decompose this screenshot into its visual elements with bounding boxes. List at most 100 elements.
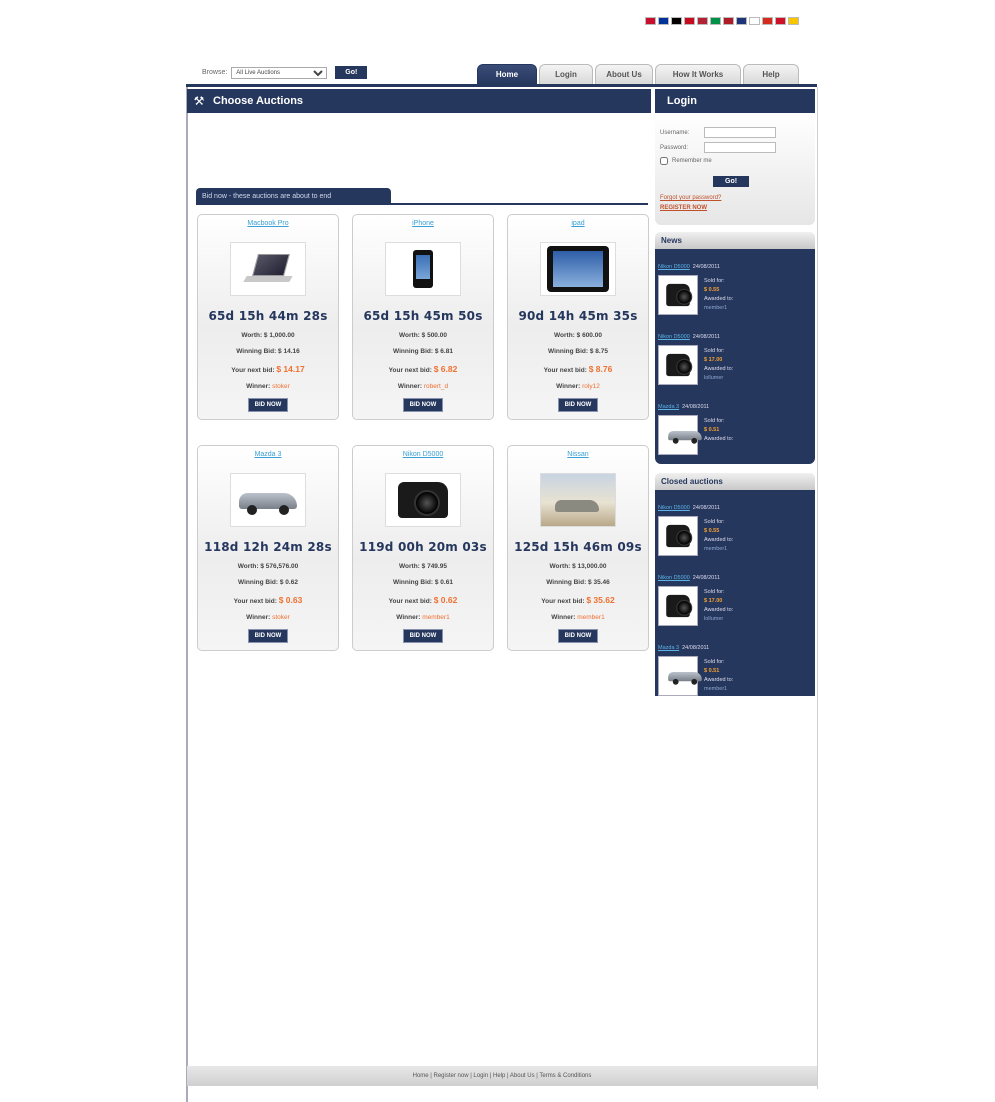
language-flag-icon[interactable]	[736, 17, 747, 25]
language-flag-icon[interactable]	[658, 17, 669, 25]
page: Browse: All Live Auctions Go! Home Login…	[0, 0, 995, 1102]
password-field[interactable]	[704, 142, 776, 153]
bid-now-button[interactable]: BID NOW	[402, 629, 444, 643]
bid-now-button[interactable]: BID NOW	[557, 629, 599, 643]
winner-name: stoker	[272, 614, 290, 621]
awarded-to-label: Awarded to:	[704, 537, 734, 543]
language-flag-icon[interactable]	[697, 17, 708, 25]
frame-edge	[186, 87, 188, 1102]
auction-card: Macbook Pro 65d 15h 44m 28s Worth: $ 1,000…	[197, 214, 339, 420]
item-title-link[interactable]: Nikon D5000	[658, 575, 690, 581]
ending-soon-divider	[196, 203, 648, 205]
bid-now-button[interactable]: BID NOW	[402, 398, 444, 412]
auction-thumbnail[interactable]	[230, 242, 306, 296]
browse-bar: Browse: All Live Auctions Go!	[202, 66, 368, 79]
auction-thumbnail[interactable]	[385, 473, 461, 527]
item-title-link[interactable]: Mazda 3	[658, 645, 679, 651]
auction-thumbnail[interactable]	[230, 473, 306, 527]
item-date: 24/08/2011	[692, 264, 720, 270]
login-panel-header: Login	[655, 89, 815, 113]
winner-name: member1	[422, 614, 450, 621]
auction-worth: Worth: $ 600.00	[554, 332, 602, 339]
closed-auction-item: Nikon D5000 24/08/2011 Sold for: $ 0.55 Awar…	[658, 505, 812, 575]
tab-help[interactable]: Help	[743, 64, 799, 84]
language-flag-icon[interactable]	[645, 17, 656, 25]
item-title-link[interactable]: Nikon D5000	[658, 264, 690, 270]
language-flag-icon[interactable]	[788, 17, 799, 25]
winner-name: member1	[577, 614, 605, 621]
auction-winner: Winner: robert_d	[353, 383, 493, 390]
auction-title-link[interactable]: Macbook Pro	[198, 220, 338, 232]
choose-auctions-title: Choose Auctions	[213, 95, 304, 107]
remember-me-checkbox[interactable]	[660, 157, 668, 165]
awarded-to-label: Awarded to:	[704, 436, 734, 442]
auction-worth: Worth: $ 576,576.00	[237, 563, 299, 570]
item-date: 24/08/2011	[692, 505, 720, 511]
browse-go-button[interactable]: Go!	[335, 66, 368, 79]
remember-me-label: Remember me	[672, 158, 712, 164]
bid-now-button[interactable]: BID NOW	[247, 629, 289, 643]
language-flag-icon[interactable]	[723, 17, 734, 25]
auction-card: Nikon D5000 119d 00h 20m 03s Worth: $ 749.…	[352, 445, 494, 651]
closed-auction-item: Nikon D5000 24/08/2011 Sold for: $ 17.00 Awa…	[658, 575, 812, 645]
news-header: News	[655, 232, 815, 249]
item-title-link[interactable]: Nikon D5000	[658, 334, 690, 340]
forgot-password-link[interactable]: Forgot your password?	[660, 195, 721, 201]
sold-for-label: Sold for:	[704, 348, 725, 354]
language-flag-icon[interactable]	[671, 17, 682, 25]
item-thumbnail[interactable]	[658, 656, 702, 696]
browse-select[interactable]: All Live Auctions	[231, 66, 328, 79]
awarded-to-label: Awarded to:	[704, 366, 734, 372]
auction-card: Nissan 125d 15h 46m 09s Worth: $ 13,000.00…	[507, 445, 649, 651]
auction-thumbnail[interactable]	[385, 242, 461, 296]
language-flag-icon[interactable]	[762, 17, 773, 25]
password-label: Password:	[660, 144, 689, 151]
register-now-link[interactable]: REGISTER NOW	[660, 205, 707, 211]
bid-now-button[interactable]: BID NOW	[557, 398, 599, 412]
username-label: Username:	[660, 129, 690, 136]
winner-label: Winner:	[397, 383, 423, 390]
login-go-button[interactable]: Go!	[713, 176, 750, 187]
main-tabs: Home Login About Us How It Works Help	[477, 64, 799, 84]
next-bid-label: Your next bid:	[541, 598, 585, 605]
login-panel: Username: Password: Remember me Go! Forg…	[655, 113, 815, 225]
auction-title-link[interactable]: ipad	[508, 220, 648, 232]
item-thumbnail[interactable]	[658, 275, 698, 315]
tab-home[interactable]: Home	[477, 64, 537, 84]
news-item: Nikon D5000 24/08/2011 Sold for: $ 17.00 Awa…	[658, 334, 812, 404]
closed-auction-item: Mazda 3 24/08/2011 Sold for: $ 0.51 Awarded …	[658, 645, 812, 715]
tab-about-us[interactable]: About Us	[595, 64, 653, 84]
item-thumbnail[interactable]	[658, 345, 698, 385]
language-flag-icon[interactable]	[684, 17, 695, 25]
auction-card: ipad 90d 14h 45m 35s Worth: $ 600.00 Winnin…	[507, 214, 649, 420]
footer-links[interactable]: Home | Register now | Login | Help | Abo…	[187, 1066, 817, 1086]
awarded-user: lollumer	[704, 375, 724, 381]
item-thumbnail[interactable]	[658, 586, 698, 626]
tab-how-it-works[interactable]: How It Works	[655, 64, 741, 84]
browse-label: Browse:	[202, 69, 228, 76]
bid-now-button[interactable]: BID NOW	[247, 398, 289, 412]
auction-thumbnail[interactable]	[540, 242, 616, 296]
awarded-to-label: Awarded to:	[704, 607, 734, 613]
news-item: Mazda 3 24/08/2011 Sold for: $ 0.51 Awarded …	[658, 404, 812, 474]
tab-login[interactable]: Login	[539, 64, 593, 84]
auction-title-link[interactable]: Nissan	[508, 451, 648, 463]
username-field[interactable]	[704, 127, 776, 138]
item-title-link[interactable]: Nikon D5000	[658, 505, 690, 511]
language-flag-icon[interactable]	[710, 17, 721, 25]
item-thumbnail[interactable]	[658, 415, 702, 455]
auction-thumbnail[interactable]	[540, 473, 616, 527]
item-title-link[interactable]: Mazda 3	[658, 404, 679, 410]
sold-price: $ 0.55	[704, 287, 720, 293]
item-thumbnail[interactable]	[658, 516, 698, 556]
winner-label: Winner:	[556, 383, 581, 390]
auction-title-link[interactable]: iPhone	[353, 220, 493, 232]
language-flag-icon[interactable]	[775, 17, 786, 25]
car-image	[667, 667, 702, 685]
auction-worth: Worth: $ 749.95	[399, 563, 447, 570]
item-date: 24/08/2011	[692, 334, 720, 340]
language-flag-icon[interactable]	[749, 17, 760, 25]
sold-for-label: Sold for:	[704, 519, 725, 525]
auction-title-link[interactable]: Mazda 3	[198, 451, 338, 463]
auction-title-link[interactable]: Nikon D5000	[353, 451, 493, 463]
